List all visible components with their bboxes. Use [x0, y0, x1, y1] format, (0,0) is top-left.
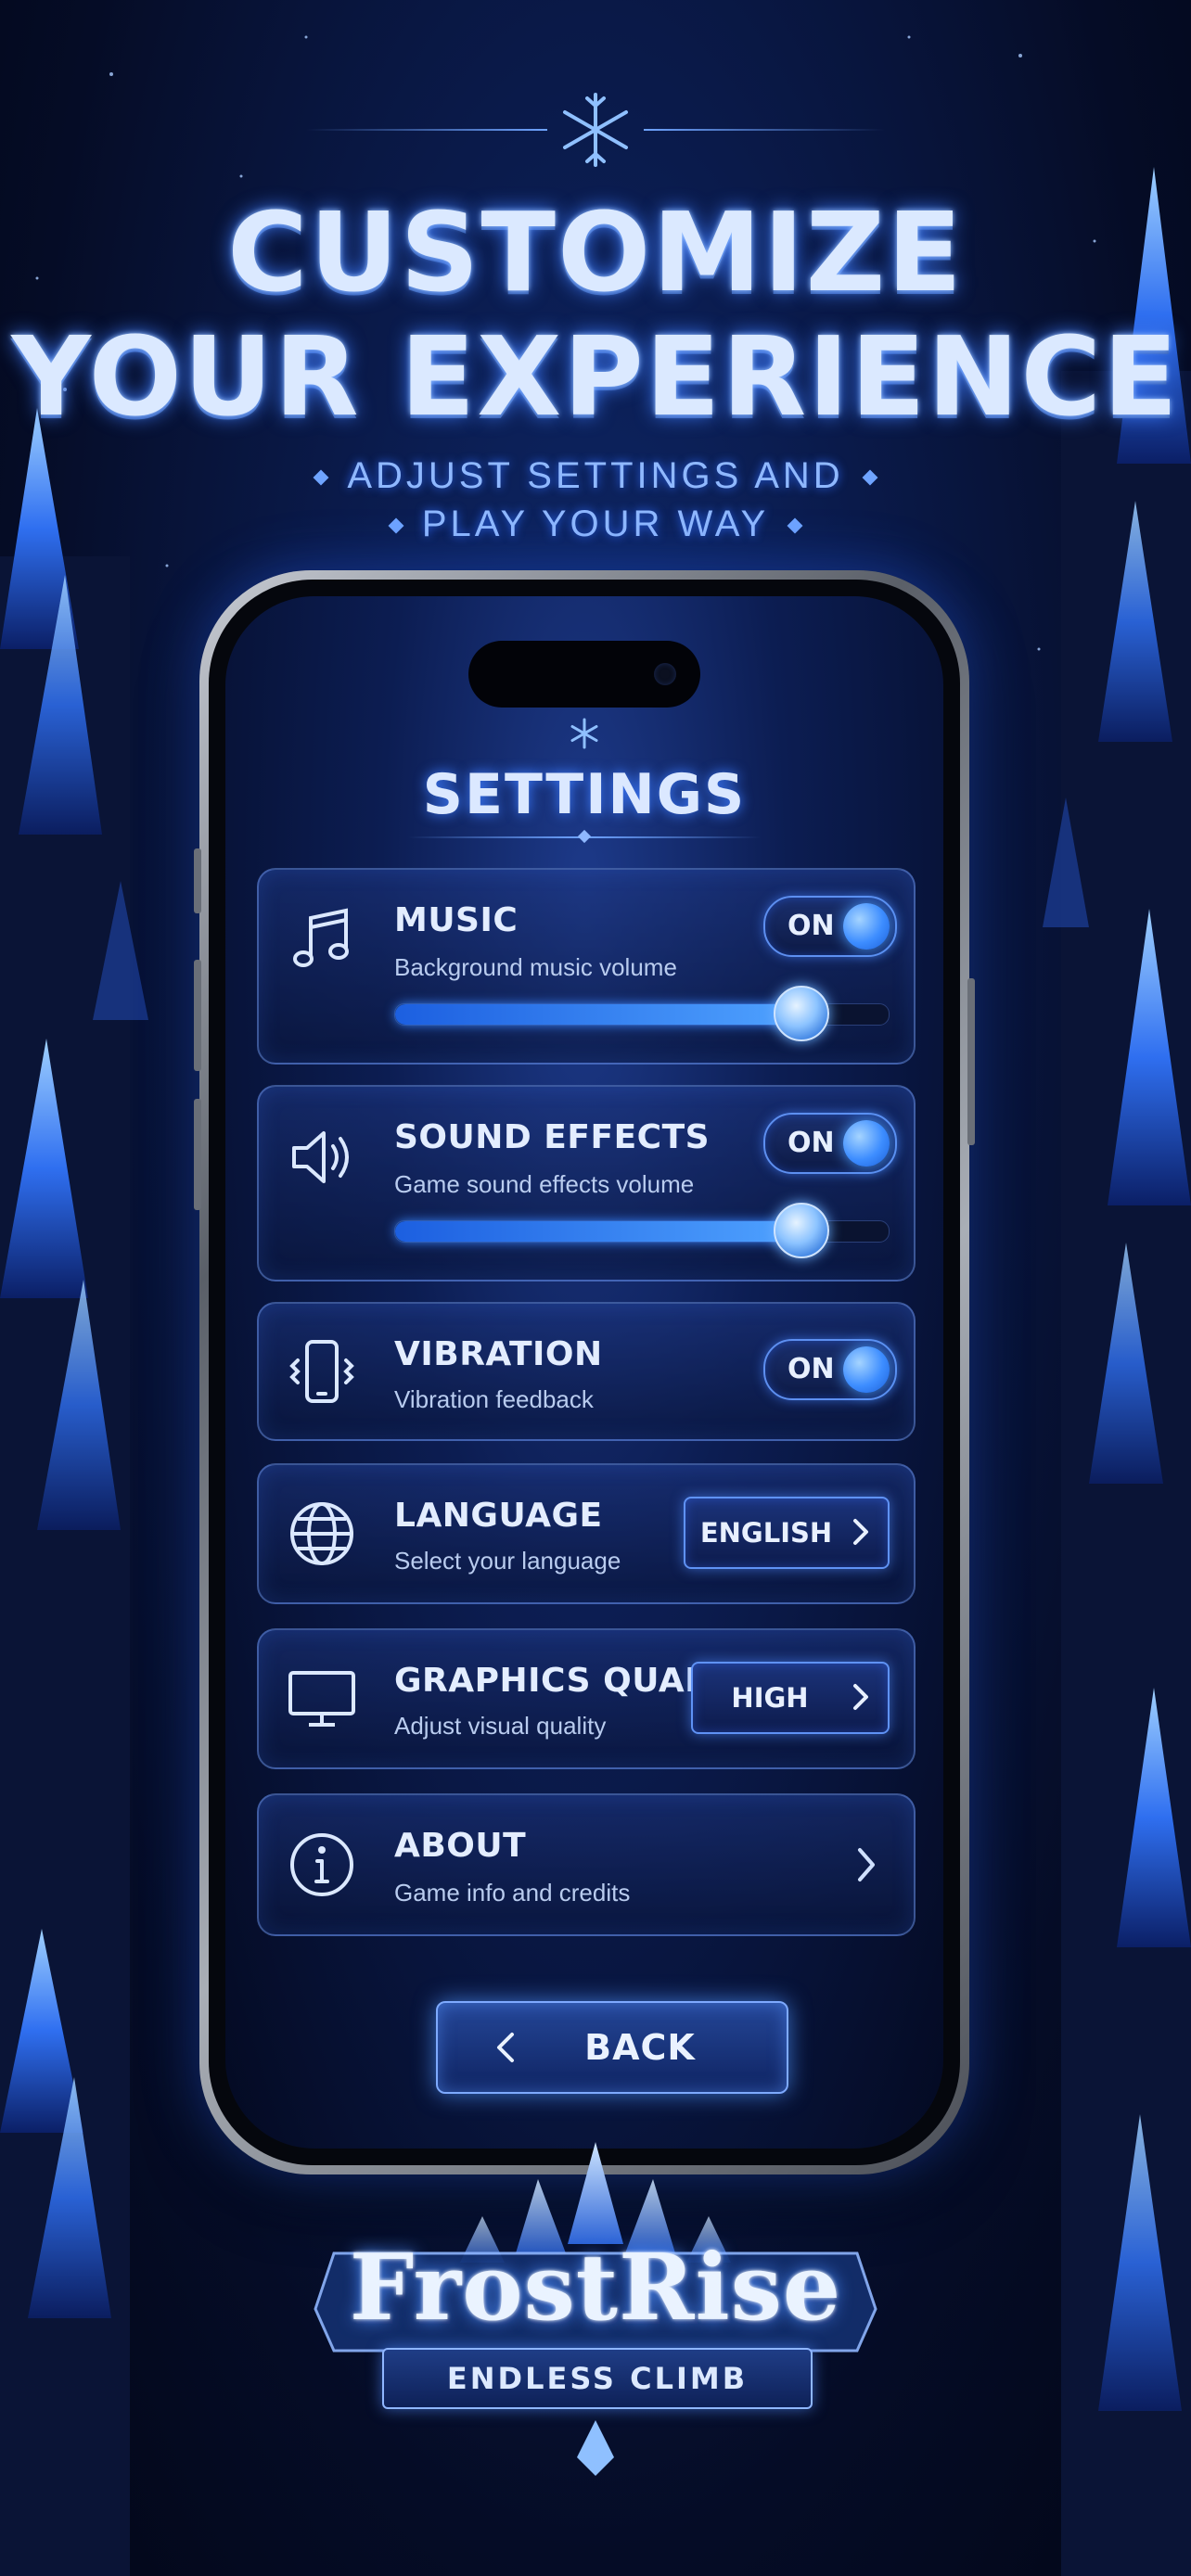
language-value: ENGLISH	[699, 1517, 833, 1549]
slider-thumb[interactable]	[774, 1203, 830, 1258]
logo-tagline-banner: ENDLESS CLIMB	[382, 2348, 813, 2409]
sound-effects-label: SOUND EFFECTS	[394, 1118, 711, 1156]
about-setting-card[interactable]: ABOUT Game info and credits	[257, 1793, 916, 1936]
subtitle-line-1: ADJUST SETTINGS AND	[347, 455, 844, 496]
graphics-quality-select-button[interactable]: HIGH	[691, 1662, 890, 1734]
settings-title: SETTINGS	[422, 762, 747, 827]
back-button[interactable]: BACK	[436, 2001, 788, 2094]
music-toggle-label: ON	[788, 910, 835, 942]
slider-thumb[interactable]	[774, 986, 830, 1041]
graphics-quality-setting-card: GRAPHICS QUALITY Adjust visual quality H…	[257, 1628, 916, 1769]
sound-effects-toggle-label: ON	[788, 1127, 835, 1159]
language-description: Select your language	[394, 1547, 621, 1575]
header-ornament	[0, 88, 1191, 172]
music-volume-slider[interactable]	[394, 986, 890, 1041]
headline-line-1: CUSTOMIZE	[227, 188, 964, 316]
sound-effects-description: Game sound effects volume	[394, 1170, 695, 1198]
vibration-label: VIBRATION	[394, 1335, 603, 1373]
slider-fill	[395, 1004, 800, 1025]
chevron-right-icon	[853, 1519, 868, 1545]
logo-title: FrostRise	[349, 2235, 842, 2341]
vibration-setting-card: VIBRATION Vibration feedback ON	[257, 1302, 916, 1441]
toggle-knob	[843, 903, 890, 950]
settings-header: SETTINGS	[225, 717, 943, 838]
vibration-toggle[interactable]: ON	[763, 1339, 897, 1400]
about-description: Game info and credits	[394, 1879, 631, 1906]
music-description: Background music volume	[394, 953, 677, 981]
toggle-knob	[843, 1346, 890, 1393]
toggle-knob	[843, 1120, 890, 1167]
graphics-quality-description: Adjust visual quality	[394, 1712, 607, 1740]
graphics-quality-value: HIGH	[731, 1682, 809, 1714]
phone-mockup: SETTINGS MUSIC Background music volume O…	[194, 570, 975, 2174]
music-label: MUSIC	[394, 901, 519, 939]
back-button-label: BACK	[584, 2027, 696, 2068]
language-label: LANGUAGE	[394, 1497, 603, 1535]
dynamic-island	[468, 641, 700, 708]
language-select-button[interactable]: ENGLISH	[684, 1497, 890, 1569]
headline-line-2: YOUR EXPERIENCE	[11, 312, 1180, 440]
vibration-description: Vibration feedback	[394, 1385, 594, 1413]
speaker-icon	[292, 1131, 349, 1183]
subtitle: ADJUST SETTINGS AND PLAY YOUR WAY	[0, 452, 1191, 548]
chevron-right-icon	[858, 1848, 875, 1881]
settings-screen: SETTINGS MUSIC Background music volume O…	[225, 596, 943, 2149]
slider-fill	[395, 1221, 800, 1242]
monitor-icon	[288, 1671, 355, 1727]
subtitle-line-2: PLAY YOUR WAY	[421, 504, 770, 544]
snowflake-icon	[570, 718, 598, 749]
globe-icon	[290, 1502, 353, 1565]
vibration-toggle-label: ON	[788, 1353, 835, 1385]
music-toggle[interactable]: ON	[763, 896, 897, 957]
sound-effects-volume-slider[interactable]	[394, 1203, 890, 1258]
headline: CUSTOMIZE YOUR EXPERIENCE	[0, 190, 1191, 439]
promo-header: CUSTOMIZE YOUR EXPERIENCE ADJUST SETTING…	[0, 88, 1191, 548]
phone-vibrate-icon	[289, 1340, 354, 1403]
chevron-left-icon	[497, 2033, 514, 2062]
music-note-icon	[293, 908, 349, 967]
chevron-right-icon	[853, 1684, 868, 1710]
snowflake-icon	[563, 93, 628, 167]
language-setting-card: LANGUAGE Select your language ENGLISH	[257, 1463, 916, 1604]
sound-effects-setting-card: SOUND EFFECTS Game sound effects volume …	[257, 1085, 916, 1282]
about-label: ABOUT	[394, 1827, 527, 1865]
info-icon	[290, 1833, 353, 1896]
logo-tagline: ENDLESS CLIMB	[446, 2361, 749, 2396]
sound-effects-toggle[interactable]: ON	[763, 1113, 897, 1174]
music-setting-card: MUSIC Background music volume ON	[257, 868, 916, 1065]
game-logo: FrostRise ENDLESS CLIMB	[297, 2142, 894, 2476]
